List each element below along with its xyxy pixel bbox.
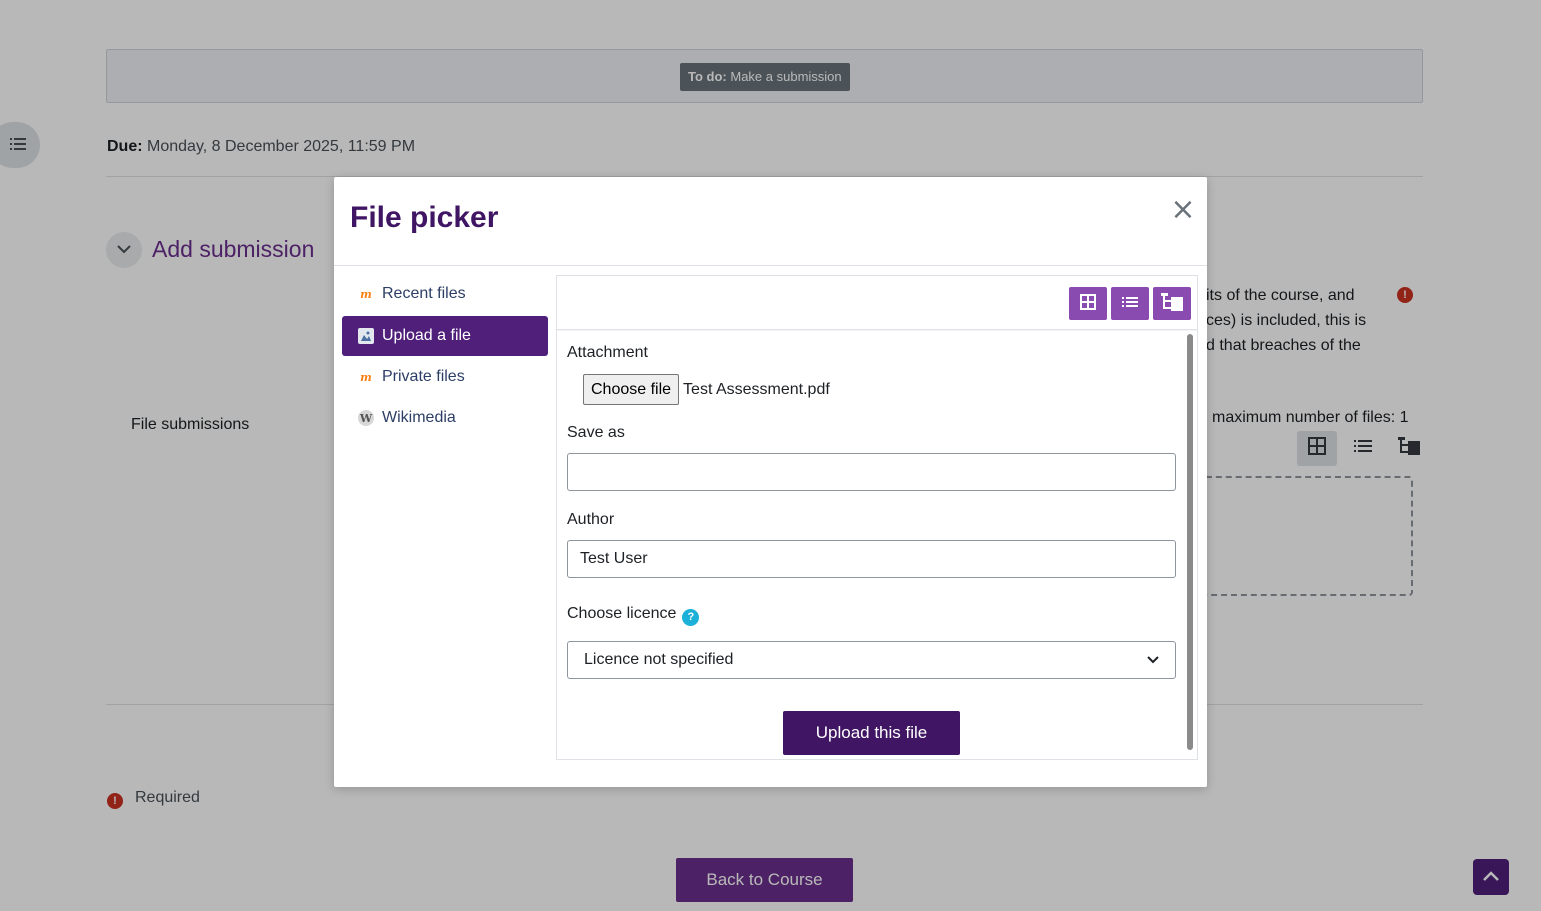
chosen-file-name: Test Assessment.pdf	[683, 380, 830, 398]
moodle-icon: m	[360, 287, 372, 301]
view-toggle-group	[1069, 287, 1191, 320]
file-picker-dialog: File picker × m Recent files Upload a fi…	[334, 177, 1207, 787]
grid-icon	[1080, 294, 1096, 313]
save-as-label: Save as	[567, 424, 625, 441]
repo-wikimedia[interactable]: W Wikimedia	[342, 398, 548, 438]
file-picker-content: Attachment Choose file Test Assessment.p…	[556, 275, 1198, 760]
repo-recent-files[interactable]: m Recent files	[342, 274, 548, 314]
chevron-down-icon	[1147, 651, 1159, 669]
author-label: Author	[567, 511, 615, 528]
upload-icon	[358, 328, 374, 344]
moodle-icon: m	[360, 370, 372, 384]
scrollbar[interactable]	[1187, 334, 1193, 750]
list-icon	[1122, 296, 1138, 311]
licence-select[interactable]: Licence not specified	[567, 641, 1176, 679]
attachment-label: Attachment	[567, 344, 648, 361]
save-as-input[interactable]	[567, 453, 1176, 491]
list-view-button[interactable]	[1111, 287, 1149, 320]
modal-header: File picker ×	[334, 177, 1207, 266]
modal-title: File picker	[350, 201, 499, 234]
upload-this-file-button[interactable]: Upload this file	[783, 711, 960, 755]
author-input[interactable]	[567, 540, 1176, 578]
wikimedia-icon: W	[358, 410, 374, 426]
file-input-row: Choose file Test Assessment.pdf	[583, 374, 830, 405]
repo-private-files[interactable]: m Private files	[342, 357, 548, 397]
icons-view-button[interactable]	[1069, 287, 1107, 320]
upload-form: Attachment Choose file Test Assessment.p…	[557, 331, 1197, 759]
help-icon[interactable]: ?	[682, 609, 700, 626]
close-icon[interactable]: ×	[1170, 195, 1196, 225]
choose-file-button[interactable]: Choose file	[583, 374, 680, 405]
licence-label-row: Choose licence?	[567, 605, 700, 626]
file-picker-toolbar	[557, 276, 1197, 330]
tree-view-button[interactable]	[1153, 287, 1191, 320]
folder-tree-icon	[1161, 293, 1183, 314]
repo-upload-a-file[interactable]: Upload a file	[342, 316, 548, 356]
repository-list: m Recent files Upload a file m Private f…	[334, 266, 556, 787]
